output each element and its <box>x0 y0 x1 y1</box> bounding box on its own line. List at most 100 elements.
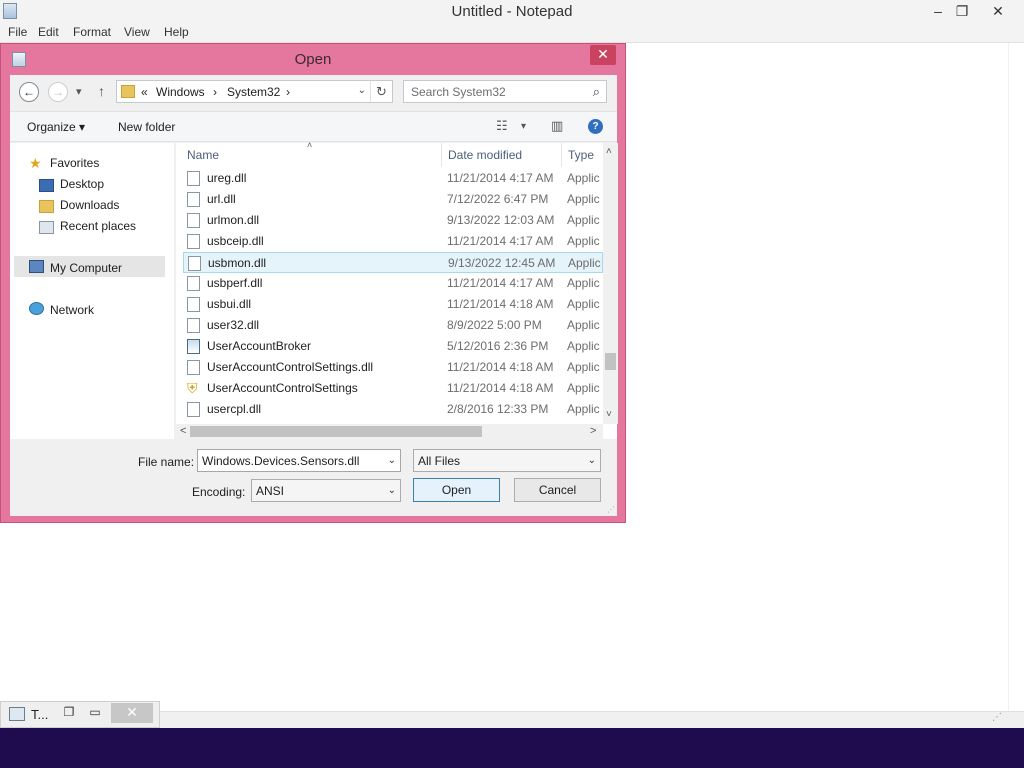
file-type: Applic <box>567 192 600 206</box>
file-row[interactable]: ⛨ UserAccountControlSettings 11/21/2014 4:… <box>183 378 603 399</box>
nav-my-computer[interactable]: My Computer <box>50 261 122 275</box>
minimized-window[interactable]: T... ❐ ▭ ✕ <box>0 701 160 728</box>
menu-bar: File Edit Format View Help <box>0 23 1024 43</box>
breadcrumb-chevron-icon[interactable]: › <box>286 85 290 99</box>
help-icon[interactable]: ? <box>588 119 603 134</box>
open-button[interactable]: Open <box>413 478 500 502</box>
file-list-vertical-scrollbar[interactable]: ˄ ˅ <box>603 143 618 424</box>
breadcrumb-system32[interactable]: System32 <box>227 85 280 99</box>
column-header-row: Name ˄ Date modified Type <box>176 140 603 167</box>
dll-file-icon <box>187 297 200 312</box>
file-row[interactable]: usbceip.dll 11/21/2014 4:17 AM Applic <box>183 231 603 252</box>
file-name-combobox[interactable]: Windows.Devices.Sensors.dll ⌄ <box>197 449 401 472</box>
file-row[interactable]: UserAccountBroker 5/12/2016 2:36 PM Applic <box>183 336 603 357</box>
minimized-close-button[interactable]: ✕ <box>111 703 153 723</box>
menu-file[interactable]: File <box>8 25 27 39</box>
view-dropdown-icon[interactable]: ▾ <box>521 121 526 132</box>
breadcrumb-overflow[interactable]: « <box>141 85 148 99</box>
file-row[interactable]: url.dll 7/12/2022 6:47 PM Applic <box>183 189 603 210</box>
menu-edit[interactable]: Edit <box>38 25 59 39</box>
search-icon[interactable]: ⌕ <box>593 84 600 100</box>
file-name: UserAccountBroker <box>207 339 312 353</box>
column-type[interactable]: Type <box>568 148 594 162</box>
new-folder-button[interactable]: New folder <box>118 120 175 134</box>
file-row[interactable]: ureg.dll 11/21/2014 4:17 AM Applic <box>183 168 603 189</box>
file-row[interactable]: usbmon.dll 9/13/2022 12:45 AM Applic <box>183 252 603 273</box>
file-row[interactable]: UserAccountControlSettings.dll 11/21/2014… <box>183 357 603 378</box>
column-separator[interactable] <box>441 143 442 167</box>
back-button[interactable]: ← <box>19 82 39 102</box>
vertical-scrollbar[interactable] <box>1008 43 1024 711</box>
file-row[interactable]: usercpl.dll 2/8/2016 12:33 PM Applic <box>183 399 603 420</box>
file-name-dropdown-icon[interactable]: ⌄ <box>388 455 396 466</box>
column-date-modified[interactable]: Date modified <box>448 148 522 162</box>
recent-locations-chevron-icon[interactable]: ▾ <box>76 85 82 98</box>
file-date-modified: 5/12/2016 2:36 PM <box>447 339 549 353</box>
close-button[interactable]: ✕ <box>984 0 1012 22</box>
address-dropdown-icon[interactable]: ⌄ <box>358 85 366 96</box>
dll-file-icon <box>187 402 200 417</box>
file-date-modified: 11/21/2014 4:17 AM <box>447 234 554 248</box>
menu-format[interactable]: Format <box>73 25 111 39</box>
dialog-close-button[interactable]: ✕ <box>590 45 616 65</box>
horizontal-scroll-thumb[interactable] <box>190 426 482 437</box>
refresh-icon[interactable]: ↻ <box>370 81 392 102</box>
file-type-dropdown-icon[interactable]: ⌄ <box>588 455 596 466</box>
file-name-value[interactable]: Windows.Devices.Sensors.dll <box>202 454 359 468</box>
nav-favorites[interactable]: Favorites <box>50 156 99 170</box>
up-button[interactable]: ↑ <box>98 83 105 99</box>
file-row[interactable]: usbui.dll 11/21/2014 4:18 AM Applic <box>183 294 603 315</box>
dialog-title: Open <box>294 51 332 68</box>
scroll-left-icon[interactable]: < <box>180 425 186 437</box>
view-options-icon[interactable]: ☷ <box>496 118 508 134</box>
scroll-down-icon[interactable]: ˅ <box>606 409 612 420</box>
address-bar[interactable]: « Windows › System32 › ⌄ ↻ <box>116 80 393 103</box>
cancel-button[interactable]: Cancel <box>514 478 601 502</box>
search-placeholder: Search System32 <box>411 85 506 99</box>
breadcrumb-windows[interactable]: Windows <box>156 85 205 99</box>
nav-recent-places[interactable]: Recent places <box>60 219 136 233</box>
menu-view[interactable]: View <box>124 25 150 39</box>
file-row[interactable]: user32.dll 8/9/2022 5:00 PM Applic <box>183 315 603 336</box>
search-box[interactable]: Search System32 ⌕ <box>403 80 607 103</box>
encoding-dropdown-icon[interactable]: ⌄ <box>388 485 396 496</box>
notepad-titlebar: Untitled - Notepad – ❐ ✕ <box>0 0 1024 23</box>
dll-file-icon <box>187 213 200 228</box>
resize-grip-icon[interactable]: ⋰ <box>992 712 1002 723</box>
file-type-value: All Files <box>418 454 461 468</box>
file-type-filter[interactable]: All Files ⌄ <box>413 449 601 472</box>
column-name[interactable]: Name <box>187 148 219 162</box>
file-name: UserAccountControlSettings <box>207 381 358 395</box>
desktop-icon <box>39 179 54 192</box>
file-name: urlmon.dll <box>207 213 260 227</box>
scroll-up-icon[interactable]: ˄ <box>606 146 612 157</box>
file-name: usbceip.dll <box>207 234 264 248</box>
file-date-modified: 8/9/2022 5:00 PM <box>447 318 542 332</box>
scroll-right-icon[interactable]: > <box>590 425 596 437</box>
file-row[interactable]: usbperf.dll 11/21/2014 4:17 AM Applic <box>183 273 603 294</box>
file-name: usercpl.dll <box>207 402 262 416</box>
forward-button[interactable]: → <box>48 82 68 102</box>
dialog-resize-grip-icon[interactable]: ⋰ <box>607 505 615 514</box>
restore-button[interactable]: ❐ <box>948 0 976 22</box>
minimized-maximize-button[interactable]: ▭ <box>85 705 105 719</box>
file-row[interactable]: urlmon.dll 9/13/2022 12:03 AM Applic <box>183 210 603 231</box>
preview-pane-icon[interactable]: ▥ <box>551 118 563 134</box>
file-type: Applic <box>568 256 601 270</box>
file-type: Applic <box>567 234 600 248</box>
minimized-restore-button[interactable]: ❐ <box>59 705 79 719</box>
encoding-select[interactable]: ANSI ⌄ <box>251 479 401 502</box>
breadcrumb-chevron-icon[interactable]: › <box>213 85 217 99</box>
file-name-label: File name: <box>138 455 195 469</box>
nav-network[interactable]: Network <box>50 303 94 317</box>
nav-downloads[interactable]: Downloads <box>60 198 119 212</box>
organize-button[interactable]: Organize ▾ <box>27 120 85 134</box>
file-list-horizontal-scrollbar[interactable]: < > <box>176 424 603 439</box>
column-separator[interactable] <box>561 143 562 167</box>
application-icon <box>187 339 200 354</box>
nav-desktop[interactable]: Desktop <box>60 177 104 191</box>
dll-file-icon <box>187 171 200 186</box>
downloads-folder-icon <box>39 200 54 213</box>
menu-help[interactable]: Help <box>164 25 189 39</box>
vertical-scroll-thumb[interactable] <box>605 353 616 370</box>
